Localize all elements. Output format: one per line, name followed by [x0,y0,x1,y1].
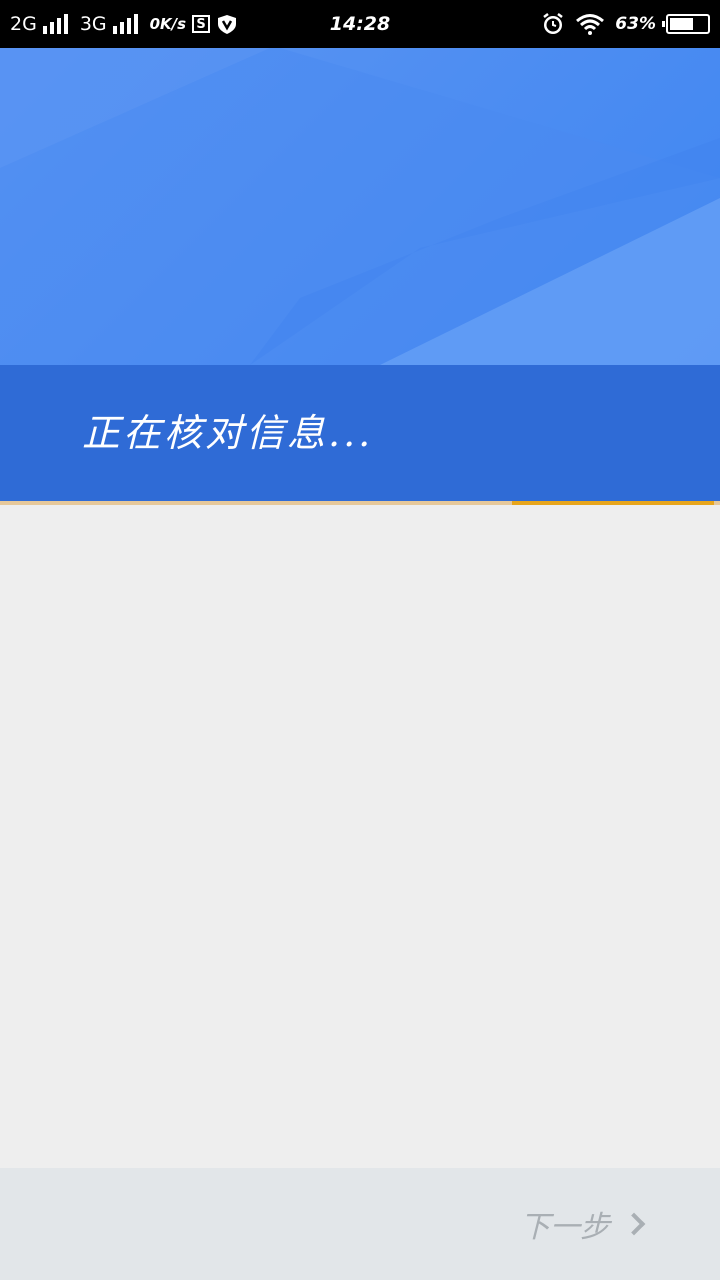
network-speed: 0K/s [149,15,187,33]
network-type-2g: 2G [10,13,37,35]
network-type-3g: 3G [79,13,107,35]
alarm-clock-icon [541,12,565,36]
checking-status-text: 正在核对信息... [82,411,374,455]
signal-bars-icon [42,14,68,34]
screen: 2G 3G 0K/s S 14:28 63% 正在核对信息... 下一步 [0,0,720,1280]
chevron-right-icon [622,1212,646,1236]
v-shield-icon [216,13,238,35]
next-step-button[interactable]: 下一步 [520,1196,646,1252]
wifi-icon [575,13,605,35]
hero-banner [0,48,720,365]
next-step-label: 下一步 [520,1210,610,1245]
status-bar-right: 63% [541,12,710,36]
status-bar: 2G 3G 0K/s S 14:28 63% [0,0,720,48]
content-area [0,505,720,1168]
signal-bars-icon [112,14,138,34]
status-bar-left: 2G 3G 0K/s S [10,13,541,35]
battery-icon [662,14,710,34]
battery-percent: 63% [615,14,656,34]
hero-background-shapes [0,48,720,365]
s-app-icon: S [192,15,211,33]
